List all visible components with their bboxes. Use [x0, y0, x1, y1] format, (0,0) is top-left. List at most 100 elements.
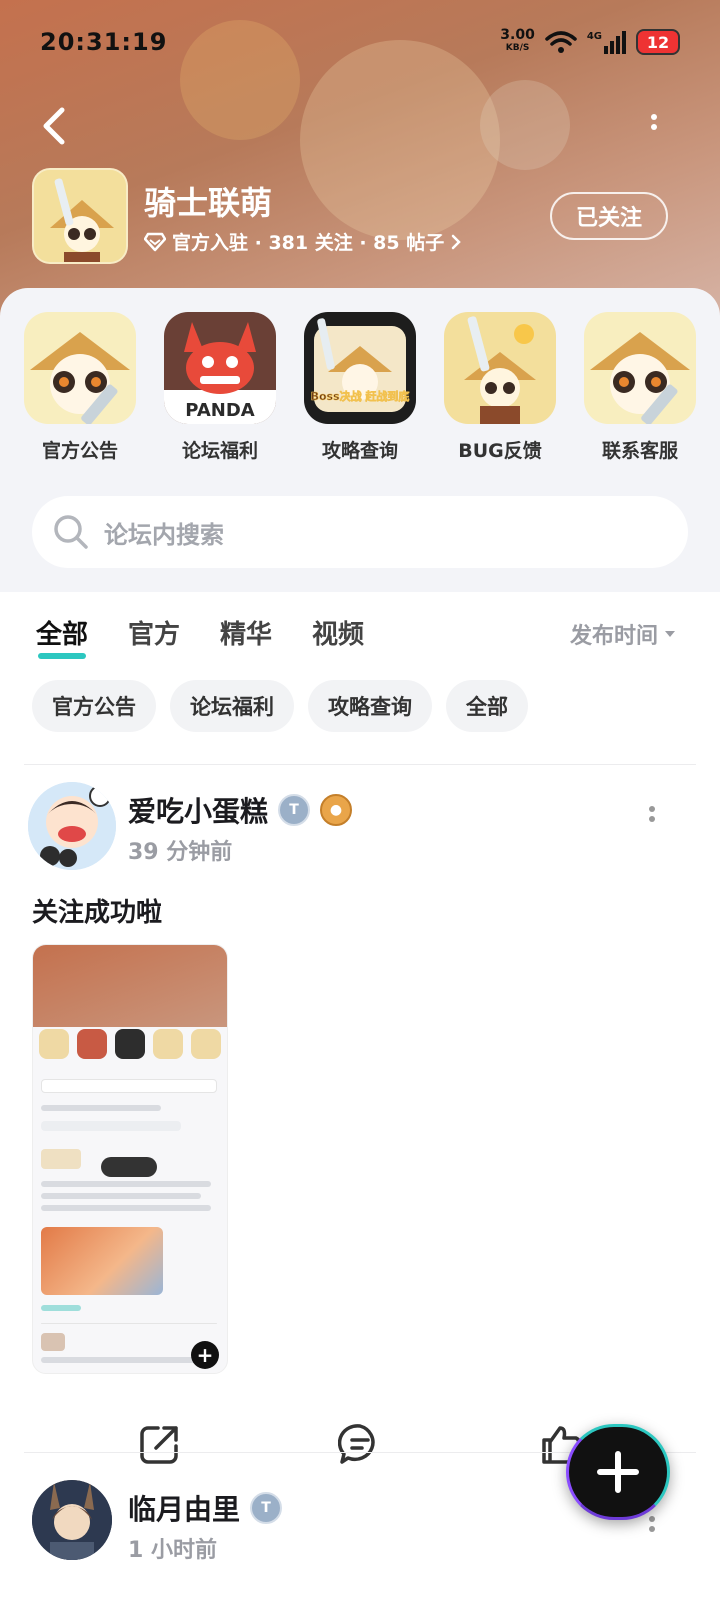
more-dot — [649, 806, 655, 812]
panda-knight-icon — [584, 312, 696, 424]
quick-link-guides[interactable]: Boss决战 赶战到底 攻略查询 — [304, 312, 416, 463]
image-text-line — [41, 1121, 181, 1131]
more-dot — [649, 1526, 655, 1532]
more-menu-button[interactable] — [644, 110, 664, 150]
tab-all[interactable]: 全部 — [36, 614, 88, 659]
knight-panda-logo — [34, 170, 126, 262]
more-dot — [649, 816, 655, 822]
author-name[interactable]: 临月由里 T — [128, 1488, 283, 1528]
image-avatar — [41, 1149, 81, 1169]
battery-level: 12 — [646, 32, 670, 52]
cellular-icon: 4G — [587, 30, 626, 54]
post-image[interactable]: + — [32, 944, 228, 1374]
header-decoration — [300, 40, 500, 240]
image-toast — [101, 1157, 157, 1177]
forum-avatar[interactable] — [32, 168, 128, 264]
post-time: 39 分钟前 — [128, 840, 233, 865]
follow-button[interactable]: 已关注 — [550, 192, 668, 240]
forum-meta[interactable]: 官方入驻 · 381 关注 · 85 帖子 — [144, 228, 462, 255]
author-name-text: 临月由里 — [128, 1493, 241, 1526]
header-decoration — [480, 80, 570, 170]
wifi-icon — [545, 31, 577, 53]
network-speed-unit: KB/S — [505, 43, 530, 53]
feed-tabs: 全部 官方 精华 视频 — [36, 614, 364, 659]
boss-battle-icon: Boss决战 赶战到底 — [304, 312, 416, 424]
forum-header: 20:31:19 3.00 KB/S 4G 12 骑士联萌 官方入驻 · 381… — [0, 0, 720, 320]
knight-panda-icon — [444, 312, 556, 424]
image-text-line — [41, 1205, 211, 1211]
category-chips: 官方公告 论坛福利 攻略查询 全部 — [32, 680, 528, 732]
author-avatar[interactable] — [32, 1480, 112, 1560]
chip-benefits[interactable]: 论坛福利 — [170, 680, 294, 732]
network-speed: 3.00 KB/S — [500, 27, 535, 55]
more-dot — [651, 114, 657, 120]
plus-icon — [597, 1451, 639, 1493]
network-speed-value: 3.00 — [500, 27, 535, 43]
chip-all[interactable]: 全部 — [446, 680, 528, 732]
caret-down-icon — [665, 631, 675, 637]
author-name[interactable]: 爱吃小蛋糕 T ● — [128, 790, 353, 830]
post-more-button[interactable] — [646, 1512, 658, 1536]
quick-link-benefits[interactable]: PANDA 论坛福利 — [164, 312, 276, 463]
image-icon — [39, 1029, 69, 1059]
quick-link-bug-report[interactable]: BUG反馈 — [444, 312, 556, 463]
image-icon — [115, 1029, 145, 1059]
image-divider — [41, 1323, 217, 1324]
quick-link-announcements[interactable]: 官方公告 — [24, 312, 136, 463]
image-text-line — [41, 1181, 211, 1187]
post-title[interactable]: 关注成功啦 — [32, 892, 162, 929]
image-icon — [77, 1029, 107, 1059]
share-icon[interactable] — [138, 1422, 182, 1466]
image-text-line — [41, 1105, 161, 1111]
image-search-bar — [41, 1079, 217, 1093]
post-more-button[interactable] — [646, 802, 658, 826]
level-badge-icon: T — [250, 1492, 283, 1524]
sort-label: 发布时间 — [569, 624, 658, 649]
image-header — [33, 945, 227, 1027]
chip-guides[interactable]: 攻略查询 — [308, 680, 432, 732]
more-dot — [649, 1516, 655, 1522]
image-thumbnail — [41, 1227, 163, 1295]
forum-title: 骑士联萌 — [144, 184, 273, 222]
divider — [24, 764, 696, 765]
forum-meta-text: 官方入驻 · 381 关注 · 85 帖子 — [172, 232, 445, 254]
quick-links: 官方公告 PANDA 论坛福利 Boss决战 赶战到底 攻略查询 BUG反馈 联… — [24, 312, 696, 463]
forum-search-input[interactable]: 论坛内搜索 — [32, 496, 688, 568]
tab-video[interactable]: 视频 — [312, 614, 364, 651]
panda-badge-icon: ● — [320, 794, 353, 826]
quick-link-label: 联系客服 — [601, 440, 678, 462]
tab-featured[interactable]: 精华 — [220, 614, 272, 651]
boss-battle-text: Boss决战 赶战到底 — [311, 389, 410, 403]
image-icon — [191, 1029, 221, 1059]
diamond-verified-icon — [144, 232, 166, 251]
forum-shortcuts-panel: 官方公告 PANDA 论坛福利 Boss决战 赶战到底 攻略查询 BUG反馈 联… — [0, 288, 720, 592]
create-post-button[interactable] — [566, 1424, 670, 1520]
panda-text: PANDA — [185, 400, 254, 421]
author-name-text: 爱吃小蛋糕 — [128, 795, 269, 828]
battery-icon: 12 — [636, 29, 680, 55]
dragon-panda-icon: PANDA — [164, 312, 276, 424]
search-placeholder: 论坛内搜索 — [104, 520, 224, 549]
quick-link-customer-service[interactable]: 联系客服 — [584, 312, 696, 463]
chip-announcements[interactable]: 官方公告 — [32, 680, 156, 732]
chevron-right-icon — [451, 234, 462, 249]
search-icon — [54, 515, 88, 549]
quick-link-label: 论坛福利 — [181, 440, 258, 462]
status-time: 20:31:19 — [40, 28, 168, 56]
chevron-left-icon — [43, 107, 65, 145]
quick-link-label: 官方公告 — [41, 440, 118, 462]
comment-icon[interactable] — [338, 1422, 382, 1466]
quick-link-label: 攻略查询 — [321, 440, 398, 462]
back-button[interactable] — [36, 104, 72, 148]
status-bar: 20:31:19 3.00 KB/S 4G 12 — [40, 24, 680, 60]
author-avatar[interactable] — [28, 782, 116, 870]
image-avatar — [41, 1333, 65, 1351]
image-text-line — [41, 1305, 81, 1311]
level-badge-icon: T — [278, 794, 311, 826]
sort-dropdown[interactable]: 发布时间 — [570, 618, 676, 650]
post-time: 1 小时前 — [128, 1538, 217, 1563]
tab-official[interactable]: 官方 — [128, 614, 180, 651]
more-dot — [651, 124, 657, 130]
image-text-line — [41, 1357, 211, 1363]
image-icon — [153, 1029, 183, 1059]
